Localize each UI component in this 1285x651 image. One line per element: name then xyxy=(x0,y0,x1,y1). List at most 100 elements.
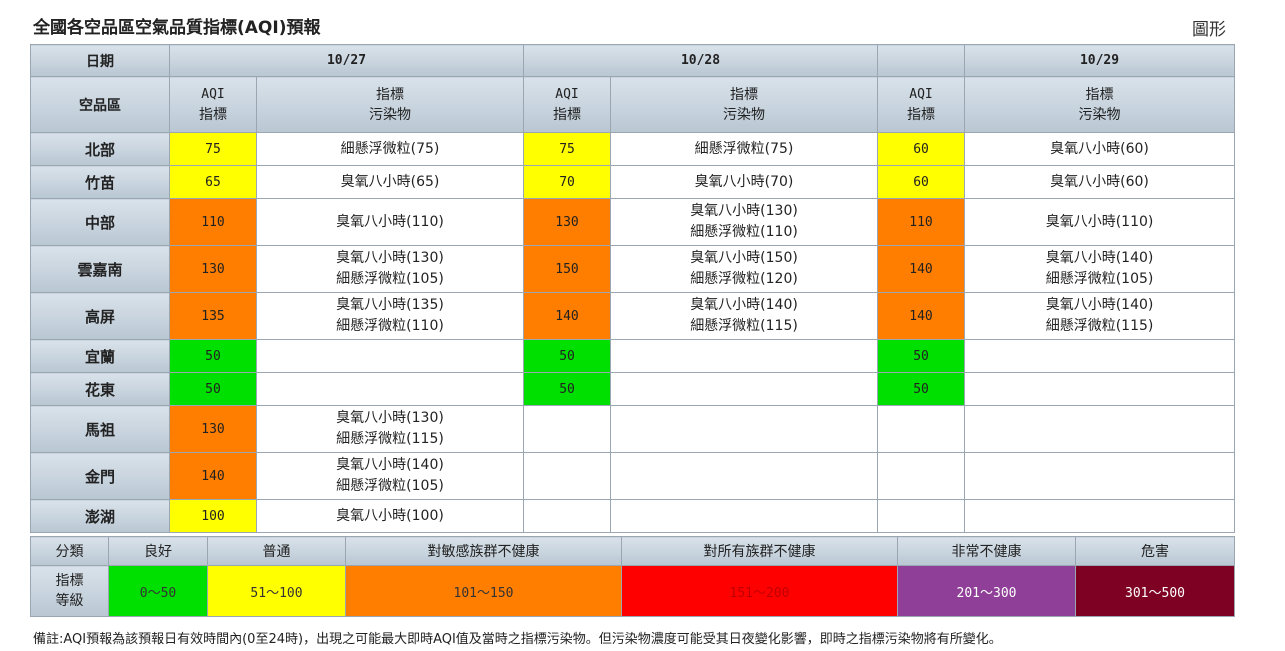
aqi-value-cell: 140 xyxy=(877,245,966,293)
aqi-value-cell: 140 xyxy=(877,292,966,340)
pollutant-text: 臭氧八小時(70) xyxy=(694,173,794,190)
aqi-index-header-line1: AQI xyxy=(201,86,225,102)
table-row: 花東 50 50 50 xyxy=(30,372,1236,406)
pollutant-text: 臭氧八小時(140) xyxy=(1045,297,1154,313)
pollutant-text: 細懸浮微粒(105) xyxy=(1045,271,1154,287)
region-name: 竹苗 xyxy=(30,165,170,199)
date-header: 日期 xyxy=(30,44,170,77)
pollutant-cell: 臭氧八小時(140) 細懸浮微粒(105) xyxy=(255,452,525,500)
legend-index-label-2: 等級 xyxy=(55,593,84,609)
pollutant-text: 細懸浮微粒(110) xyxy=(336,318,444,334)
legend-level-name: 良好 xyxy=(108,536,208,566)
pollutant-header: 指標 污染物 xyxy=(964,76,1236,133)
pollutant-text: 臭氧八小時(65) xyxy=(340,173,440,190)
pollutant-cell: 細懸浮微粒(75) xyxy=(610,132,879,166)
pollutant-text: 臭氧八小時(135) xyxy=(336,297,444,313)
pollutant-text: 臭氧八小時(140) xyxy=(336,457,444,473)
region-header: 空品區 xyxy=(30,76,170,133)
pollutant-header-line1: 指標 xyxy=(1085,86,1114,103)
pollutant-cell: 臭氧八小時(140) 細懸浮微粒(105) xyxy=(964,245,1236,293)
aqi-value-cell: 75 xyxy=(169,132,257,166)
pollutant-text: 細懸浮微粒(115) xyxy=(1045,318,1154,334)
region-name: 宜蘭 xyxy=(30,339,170,373)
region-name: 金門 xyxy=(30,452,170,500)
aqi-value-cell: 60 xyxy=(877,165,966,199)
aqi-value-cell: 70 xyxy=(523,165,612,199)
table-row: 竹苗 65 臭氧八小時(65) 70 臭氧八小時(70) 60 臭氧八小時(60) xyxy=(30,165,1236,199)
pollutant-text: 臭氧八小時(110) xyxy=(336,213,444,230)
aqi-index-header-line2: 指標 xyxy=(907,106,936,123)
pollutant-cell: 臭氧八小時(110) xyxy=(964,198,1236,246)
pollutant-cell xyxy=(610,339,879,373)
aqi-value-cell xyxy=(523,452,612,500)
aqi-value-cell: 140 xyxy=(169,452,257,500)
aqi-value-cell: 130 xyxy=(169,405,257,453)
aqi-value-cell: 50 xyxy=(877,372,966,406)
region-name: 高屏 xyxy=(30,292,170,340)
region-name: 北部 xyxy=(30,132,170,166)
pollutant-text: 臭氧八小時(130) xyxy=(336,410,444,426)
date-column-1: 10/27 xyxy=(168,44,525,77)
aqi-index-header-line1: AQI xyxy=(555,86,579,102)
table-row: 高屏 135 臭氧八小時(135) 細懸浮微粒(110) 140 臭氧八小時(140) 細懸… xyxy=(30,292,1236,340)
pollutant-text: 細懸浮微粒(115) xyxy=(336,431,444,447)
pollutant-cell xyxy=(610,499,879,533)
pollutant-text: 細懸浮微粒(75) xyxy=(694,140,794,157)
aqi-value-cell xyxy=(523,499,612,533)
legend-index-label: 指標 等級 xyxy=(30,565,109,617)
legend-category-label: 分類 xyxy=(30,536,109,566)
pollutant-cell: 臭氧八小時(130) 細懸浮微粒(115) xyxy=(255,405,525,453)
pollutant-cell: 臭氧八小時(65) xyxy=(255,165,525,199)
aqi-value-cell: 75 xyxy=(523,132,612,166)
legend-level-range: 151～200 xyxy=(621,565,898,617)
aqi-value-cell xyxy=(523,405,612,453)
aqi-value-cell: 60 xyxy=(877,132,966,166)
pollutant-cell xyxy=(255,372,525,406)
table-row: 馬祖 130 臭氧八小時(130) 細懸浮微粒(115) xyxy=(30,405,1236,453)
legend-level-range: 51～100 xyxy=(207,565,346,617)
region-name: 中部 xyxy=(30,198,170,246)
page-title: 全國各空品區空氣品質指標(AQI)預報 xyxy=(33,18,321,38)
pollutant-text: 臭氧八小時(100) xyxy=(336,507,444,524)
legend-index-label-1: 指標 xyxy=(55,573,84,589)
region-name: 馬祖 xyxy=(30,405,170,453)
aqi-index-header: AQI 指標 xyxy=(169,76,257,133)
pollutant-text: 細懸浮微粒(115) xyxy=(690,318,798,334)
pollutant-header-line1: 指標 xyxy=(376,86,404,103)
aqi-value-cell xyxy=(877,499,966,533)
region-name: 澎湖 xyxy=(30,499,170,533)
aqi-value-cell: 50 xyxy=(523,372,612,406)
legend-level-range: 301～500 xyxy=(1075,565,1235,617)
pollutant-header-line1: 指標 xyxy=(730,86,759,103)
pollutant-cell: 臭氧八小時(70) xyxy=(610,165,879,199)
aqi-value-cell: 140 xyxy=(523,292,612,340)
pollutant-text: 細懸浮微粒(105) xyxy=(336,271,444,287)
pollutant-text: 細懸浮微粒(75) xyxy=(340,140,440,157)
pollutant-cell: 臭氧八小時(110) xyxy=(255,198,525,246)
aqi-value-cell: 110 xyxy=(169,198,257,246)
pollutant-text: 臭氧八小時(60) xyxy=(1050,140,1149,157)
pollutant-cell xyxy=(964,405,1236,453)
pollutant-cell: 臭氧八小時(60) xyxy=(964,132,1236,166)
pollutant-text: 細懸浮微粒(105) xyxy=(336,478,444,494)
table-row: 宜蘭 50 50 50 xyxy=(30,339,1236,373)
aqi-forecast-table: 日期 10/27 10/28 10/29 空品區 AQI 指標 指標 污染物 AQI 指標… xyxy=(30,44,1236,533)
pollutant-cell: 臭氧八小時(130) 細懸浮微粒(105) xyxy=(255,245,525,293)
aqi-value-cell: 65 xyxy=(169,165,257,199)
legend-level-name: 非常不健康 xyxy=(897,536,1076,566)
pollutant-cell: 細懸浮微粒(75) xyxy=(255,132,525,166)
footnote: 備註:AQI預報為該預報日有效時間內(0至24時)，出現之可能最大即時AQI值及… xyxy=(33,632,1002,647)
aqi-value-cell: 130 xyxy=(523,198,612,246)
pollutant-header-line2: 污染物 xyxy=(369,106,411,123)
pollutant-header: 指標 污染物 xyxy=(255,76,525,133)
aqi-index-header-line2: 指標 xyxy=(199,106,227,123)
aqi-value-cell xyxy=(877,452,966,500)
pollutant-cell xyxy=(610,405,879,453)
pollutant-cell xyxy=(964,372,1236,406)
pollutant-text: 細懸浮微粒(120) xyxy=(690,271,798,287)
pollutant-text: 臭氧八小時(150) xyxy=(690,250,798,266)
table-row: 金門 140 臭氧八小時(140) 細懸浮微粒(105) xyxy=(30,452,1236,500)
aqi-legend-table: 分類 良好 普通 對敏感族群不健康 對所有族群不健康 非常不健康 危害 指標 等級 0～5… xyxy=(30,536,1235,617)
pollutant-text: 臭氧八小時(140) xyxy=(690,297,798,313)
graph-view-link[interactable]: 圖形 xyxy=(1192,15,1226,40)
